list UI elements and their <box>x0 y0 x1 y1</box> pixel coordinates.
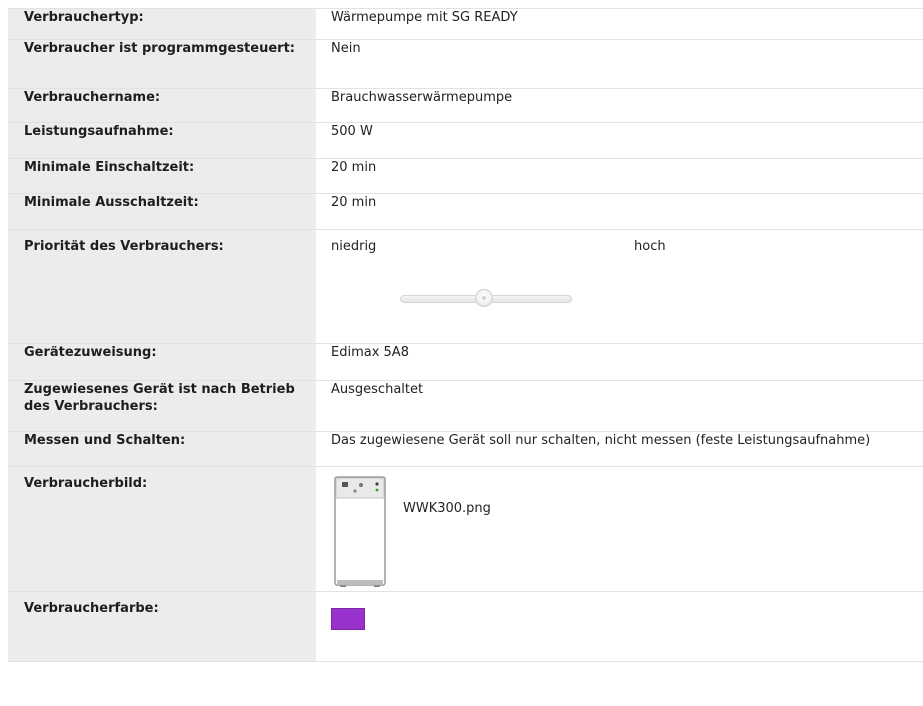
row-programmgesteuert: Verbraucher ist programmgesteuert: Nein <box>8 39 923 89</box>
label-min-einschaltzeit: Minimale Einschaltzeit: <box>24 160 195 175</box>
label-messen-schalten: Messen und Schalten: <box>24 433 186 448</box>
priority-labels: niedrig hoch <box>331 230 923 254</box>
consumer-color-swatch[interactable] <box>331 608 365 630</box>
label-min-ausschaltzeit: Minimale Ausschaltzeit: <box>24 195 199 210</box>
value-verbrauchertyp[interactable]: Wärmepumpe mit SG READY <box>331 9 518 26</box>
label-verbrauchertyp: Verbrauchertyp: <box>24 10 144 25</box>
row-verbrauchername: Verbrauchername: Brauchwasserwärmepumpe <box>8 88 923 123</box>
value-messen-schalten[interactable]: Das zugewiesene Gerät soll nur schalten,… <box>331 432 870 449</box>
label-geraetezuweisung: Gerätezuweisung: <box>24 345 157 360</box>
value-min-ausschaltzeit[interactable]: 20 min <box>331 194 376 211</box>
priority-slider-thumb[interactable] <box>475 289 493 307</box>
value-geraetezuweisung[interactable]: Edimax 5A8 <box>331 344 409 361</box>
label-prioritaet: Priorität des Verbrauchers: <box>24 239 224 254</box>
row-prioritaet: Priorität des Verbrauchers: niedrig hoch <box>8 229 923 344</box>
consumer-image-area: WWK300.png <box>331 467 923 589</box>
consumer-image-filename: WWK300.png <box>403 501 491 516</box>
row-verbraucherbild: Verbraucherbild: WWK300.png <box>8 466 923 592</box>
priority-slider[interactable] <box>400 289 572 307</box>
row-geraetezuweisung: Gerätezuweisung: Edimax 5A8 <box>8 343 923 381</box>
priority-low-label: niedrig <box>331 239 377 254</box>
value-leistungsaufnahme[interactable]: 500 W <box>331 123 373 140</box>
consumer-properties-table: Verbrauchertyp: Wärmepumpe mit SG READY … <box>8 8 923 662</box>
row-min-ausschaltzeit: Minimale Ausschaltzeit: 20 min <box>8 193 923 230</box>
label-leistungsaufnahme: Leistungsaufnahme: <box>24 124 174 139</box>
value-geraet-nach-betrieb[interactable]: Ausgeschaltet <box>331 381 423 398</box>
row-min-einschaltzeit: Minimale Einschaltzeit: 20 min <box>8 158 923 194</box>
value-min-einschaltzeit[interactable]: 20 min <box>331 159 376 176</box>
label-verbraucherfarbe: Verbraucherfarbe: <box>24 601 159 616</box>
row-verbraucherfarbe: Verbraucherfarbe: <box>8 591 923 662</box>
label-verbrauchername: Verbrauchername: <box>24 90 161 105</box>
value-programmgesteuert[interactable]: Nein <box>331 40 361 57</box>
label-verbraucherbild: Verbraucherbild: <box>24 476 148 491</box>
value-verbrauchername[interactable]: Brauchwasserwärmepumpe <box>331 89 512 106</box>
row-messen-schalten: Messen und Schalten: Das zugewiesene Ger… <box>8 431 923 467</box>
row-verbrauchertyp: Verbrauchertyp: Wärmepumpe mit SG READY <box>8 8 923 40</box>
water-heat-pump-device-icon[interactable] <box>334 476 386 588</box>
label-geraet-nach-betrieb: Zugewiesenes Gerät ist nach Betrieb des … <box>24 382 295 414</box>
priority-high-label: hoch <box>634 239 666 254</box>
row-leistungsaufnahme: Leistungsaufnahme: 500 W <box>8 122 923 159</box>
row-geraet-nach-betrieb: Zugewiesenes Gerät ist nach Betrieb des … <box>8 380 923 432</box>
label-programmgesteuert: Verbraucher ist programmgesteuert: <box>24 41 295 56</box>
